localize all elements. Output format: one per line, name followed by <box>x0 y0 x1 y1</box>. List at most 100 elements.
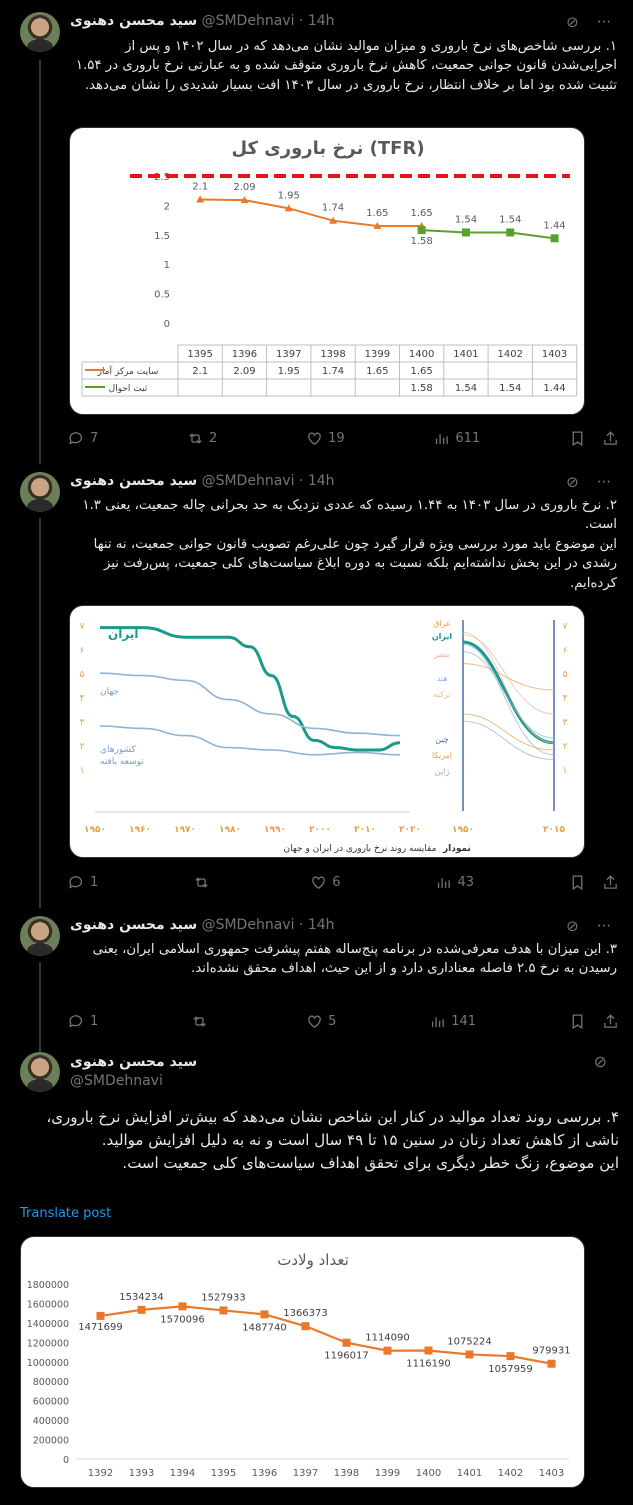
data-label: 1366373 <box>283 1308 328 1319</box>
country-line <box>462 663 555 691</box>
y-tick-label: ۷ <box>80 622 85 632</box>
table-cell: 1.58 <box>411 383 433 394</box>
y-tick-label: ۲ <box>80 742 85 752</box>
reply-button[interactable]: 1 <box>68 872 98 892</box>
author-handle[interactable]: @SMDehnavi <box>202 917 295 933</box>
table-cell: 1.54 <box>455 383 477 394</box>
reply-count: 1 <box>90 874 99 890</box>
iran-world-tfr-image[interactable]: ۷ ۷ ۶ ۶ ۵ ۵ ۴ ۴ ۳ ۳ ۲ ۲ ۱ ۱ ایران جهان کشورهای توسعه یافت… <box>69 605 585 858</box>
x-tick-label: 1400 <box>416 1468 441 1479</box>
x-tick-label: ۱۹۶۰ <box>129 825 151 835</box>
more-icon[interactable]: ··· <box>597 917 611 935</box>
tweet-text: ۱. بررسی شاخص‌های نرخ باروری و میزان موا… <box>75 39 617 93</box>
data-point <box>260 1310 269 1319</box>
data-label: 1057959 <box>488 1364 533 1375</box>
data-point <box>301 1322 310 1331</box>
table-cell: 1.44 <box>543 383 565 394</box>
author-name[interactable]: سید محسن دهنوی <box>70 473 197 489</box>
y-tick-label: ۲ <box>563 742 568 752</box>
bookmark-icon[interactable] <box>569 874 586 891</box>
series-line <box>99 672 401 737</box>
author-name[interactable]: سید محسن دهنوی <box>70 1054 197 1070</box>
reply-button[interactable]: 1 <box>68 1011 98 1031</box>
grok-icon[interactable]: ⊘ <box>566 13 579 31</box>
table-cell: 2.1 <box>192 366 208 377</box>
data-point <box>383 1346 392 1355</box>
view-count: 141 <box>451 1013 477 1029</box>
x-tick-label: 1403 <box>539 1468 564 1479</box>
timestamp[interactable]: 14h <box>308 917 335 933</box>
timestamp[interactable]: 14h <box>308 473 335 489</box>
x-tick-label: 1396 <box>252 1468 277 1479</box>
tweet-text: ۲. نرخ باروری در سال ۱۴۰۳ به ۱.۴۴ رسیده … <box>82 498 617 591</box>
views-button[interactable]: 43 <box>435 872 474 892</box>
chart-caption-prefix: نمودار <box>442 844 471 854</box>
more-icon[interactable]: ··· <box>597 473 611 491</box>
data-label: 1.44 <box>543 220 565 231</box>
tweet-header: سید محسن دهنوی @SMDehnavi · 14h ⊘ ··· <box>70 917 621 937</box>
y-tick-label: 1400000 <box>27 1319 69 1330</box>
data-label: 1471699 <box>78 1322 123 1333</box>
author-name[interactable]: سید محسن دهنوی <box>70 13 197 29</box>
tweet-text: ۴. بررسی روند تعداد موالید در کنار این ش… <box>46 1108 619 1172</box>
series-line <box>421 229 555 240</box>
author-name[interactable]: سید محسن دهنوی <box>70 917 197 933</box>
avatar[interactable] <box>20 472 60 512</box>
repost-button[interactable]: 2 <box>187 428 217 448</box>
share-icon[interactable] <box>602 430 619 447</box>
y-tick-label: 1 <box>164 260 170 271</box>
author-handle[interactable]: @SMDehnavi <box>70 1073 163 1089</box>
repost-button[interactable] <box>193 872 215 892</box>
like-button[interactable]: 5 <box>306 1011 336 1031</box>
share-icon[interactable] <box>602 874 619 891</box>
separator-dot: · <box>298 473 304 489</box>
thread-line <box>39 962 41 1052</box>
repost-button[interactable] <box>191 1011 213 1031</box>
data-label: 1116190 <box>406 1358 451 1369</box>
data-point <box>342 1338 351 1347</box>
grok-icon[interactable]: ⊘ <box>566 473 579 491</box>
timestamp[interactable]: 14h <box>308 13 335 29</box>
x-tick-label: ۲۰۰۰ <box>309 825 331 835</box>
repost-icon <box>189 432 202 444</box>
data-label: 1527933 <box>201 1292 246 1303</box>
births-chart-image[interactable]: تعداد ولادت 0 200000 400000 600000 800000 1000… <box>20 1236 585 1488</box>
y-tick-label: 800000 <box>33 1377 69 1388</box>
analytics-icon <box>438 877 451 888</box>
data-label: 1.65 <box>366 208 388 219</box>
x-tick-label: ۱۹۵۰ <box>452 825 474 835</box>
grok-icon[interactable]: ⊘ <box>566 917 579 935</box>
avatar[interactable] <box>20 1052 60 1092</box>
reply-icon <box>69 431 83 445</box>
bookmark-icon[interactable] <box>569 430 586 447</box>
translate-post-link[interactable]: Translate post <box>20 1206 111 1221</box>
table-cell: 1.65 <box>411 366 433 377</box>
tweet-text: ۳. این میزان با هدف معرفی‌شده در برنامه … <box>92 942 617 977</box>
author-handle[interactable]: @SMDehnavi <box>202 473 295 489</box>
like-button[interactable]: 6 <box>310 872 341 892</box>
more-icon[interactable]: ··· <box>597 13 611 31</box>
like-button[interactable]: 19 <box>306 428 345 448</box>
reply-button[interactable]: 7 <box>68 428 98 448</box>
share-icon[interactable] <box>602 1013 619 1030</box>
avatar[interactable] <box>20 12 60 52</box>
views-button[interactable]: 141 <box>429 1011 476 1031</box>
x-tick-label: 1395 <box>211 1468 236 1479</box>
grok-icon[interactable]: ⊘ <box>594 1052 607 1071</box>
data-label: 2.09 <box>233 182 255 193</box>
bookmark-icon[interactable] <box>569 1013 586 1030</box>
x-tick-label: 1403 <box>542 349 567 360</box>
tfr-chart-image[interactable]: نرخ باروری کل (TFR) 0 0.5 1 1.5 2 2.5 2.1 2.09 1.… <box>69 127 585 415</box>
data-point <box>547 1359 556 1368</box>
author-handle[interactable]: @SMDehnavi <box>202 13 295 29</box>
country-label: ترکیه <box>433 690 450 699</box>
avatar[interactable] <box>20 916 60 956</box>
series-line <box>99 626 401 752</box>
y-tick-label: 0 <box>63 1455 69 1466</box>
views-button[interactable]: 611 <box>433 428 480 448</box>
x-tick-label: 1402 <box>498 349 523 360</box>
chart-title: نرخ باروری کل (TFR) <box>231 138 424 159</box>
data-point <box>506 1352 515 1361</box>
x-tick-label: 1400 <box>409 349 434 360</box>
data-label: 1.95 <box>278 190 300 201</box>
